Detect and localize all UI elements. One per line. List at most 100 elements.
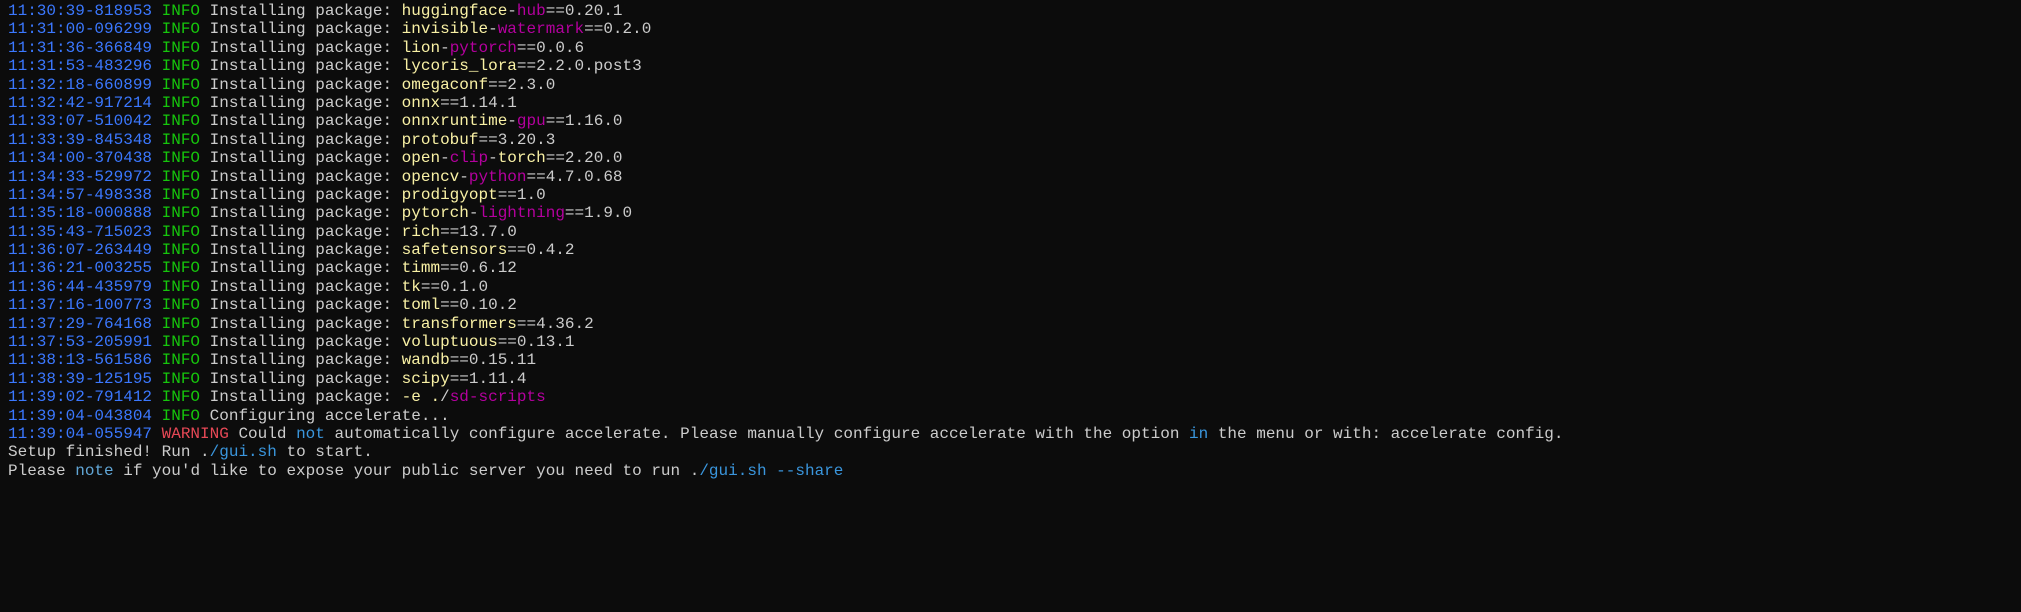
timestamp: 11:36:07-263449 — [8, 241, 162, 259]
package-name: toml — [402, 296, 440, 314]
package-name: python — [469, 168, 527, 186]
log-line: 11:31:00-096299 INFO Installing package:… — [8, 20, 2013, 38]
package-version: ==2.2.0.post3 — [517, 57, 642, 75]
log-prefix: Installing package: — [200, 241, 402, 259]
log-prefix: Installing package: — [200, 76, 402, 94]
package-version: ==0.6.12 — [440, 259, 517, 277]
log-level: INFO — [162, 76, 200, 94]
package-name: clip — [450, 149, 488, 167]
timestamp: 11:33:39-845348 — [8, 131, 162, 149]
package-name: transformers — [402, 315, 517, 333]
timestamp: 11:31:36-366849 — [8, 39, 162, 57]
package-name: hub — [517, 2, 546, 20]
package-version: ==1.11.4 — [450, 370, 527, 388]
log-level: INFO — [162, 112, 200, 130]
log-prefix: Installing package: — [200, 149, 402, 167]
package-name: scipy — [402, 370, 450, 388]
log-line: 11:33:07-510042 INFO Installing package:… — [8, 112, 2013, 130]
log-line: 11:33:39-845348 INFO Installing package:… — [8, 131, 2013, 149]
package-name: lycoris_lora — [402, 57, 517, 75]
log-level: INFO — [162, 388, 200, 406]
package-name: watermark — [498, 20, 584, 38]
log-line: 11:31:53-483296 INFO Installing package:… — [8, 57, 2013, 75]
package-version: ==1.9.0 — [565, 204, 632, 222]
setup-finished-line: Setup finished! Run ./gui.sh to start. — [8, 443, 2013, 461]
timestamp: 11:32:42-917214 — [8, 94, 162, 112]
package-name: - — [507, 2, 517, 20]
log-line: 11:37:16-100773 INFO Installing package:… — [8, 296, 2013, 314]
package-name: / — [440, 388, 450, 406]
package-name: torch — [498, 149, 546, 167]
log-prefix: Installing package: — [200, 57, 402, 75]
note-text: Please — [8, 462, 75, 480]
log-line: 11:39:02-791412 INFO Installing package:… — [8, 388, 2013, 406]
package-name: safetensors — [402, 241, 508, 259]
timestamp: 11:36:21-003255 — [8, 259, 162, 277]
log-line: 11:30:39-818953 INFO Installing package:… — [8, 2, 2013, 20]
package-name: - — [469, 204, 479, 222]
timestamp: 11:38:39-125195 — [8, 370, 162, 388]
timestamp: 11:39:04-055947 — [8, 425, 162, 443]
package-name: - — [440, 149, 450, 167]
setup-text: to start. — [277, 443, 373, 461]
timestamp: 11:34:00-370438 — [8, 149, 162, 167]
log-level: INFO — [162, 407, 200, 425]
package-name: pytorch — [402, 204, 469, 222]
log-prefix: Installing package: — [200, 168, 402, 186]
log-level: INFO — [162, 259, 200, 277]
package-version: ==0.13.1 — [498, 333, 575, 351]
log-level: INFO — [162, 2, 200, 20]
package-version: ==1.16.0 — [546, 112, 623, 130]
note-text: if you'd — [114, 462, 210, 480]
package-version: ==0.15.11 — [450, 351, 536, 369]
setup-text: /gui.sh — [210, 443, 277, 461]
package-name: voluptuous — [402, 333, 498, 351]
setup-text: Setup finished! Run . — [8, 443, 210, 461]
log-level: INFO — [162, 241, 200, 259]
log-level: INFO — [162, 131, 200, 149]
please-note-line: Please note if you'd like to expose your… — [8, 462, 2013, 480]
log-level: INFO — [162, 94, 200, 112]
timestamp: 11:32:18-660899 — [8, 76, 162, 94]
log-level: INFO — [162, 370, 200, 388]
log-prefix: Installing package: — [200, 333, 402, 351]
package-version: ==2.20.0 — [546, 149, 623, 167]
package-name: - — [440, 39, 450, 57]
package-name: prodigyopt — [402, 186, 498, 204]
timestamp: 11:34:57-498338 — [8, 186, 162, 204]
package-name: open — [402, 149, 440, 167]
note-text: note — [75, 462, 113, 480]
timestamp: 11:36:44-435979 — [8, 278, 162, 296]
log-level: INFO — [162, 333, 200, 351]
log-level: WARNING — [162, 425, 229, 443]
log-prefix: Installing package: — [200, 186, 402, 204]
note-text: to expose your public server you need to… — [248, 462, 699, 480]
log-level: INFO — [162, 20, 200, 38]
log-level: INFO — [162, 57, 200, 75]
log-prefix: Installing package: — [200, 204, 402, 222]
log-prefix: Installing package: — [200, 278, 402, 296]
log-line: 11:34:57-498338 INFO Installing package:… — [8, 186, 2013, 204]
log-prefix: Installing package: — [200, 351, 402, 369]
warning-text: in — [1189, 425, 1208, 443]
package-version: ==4.36.2 — [517, 315, 594, 333]
package-name: huggingface — [402, 2, 508, 20]
package-version: ==4.7.0.68 — [527, 168, 623, 186]
package-version: ==2.3.0 — [488, 76, 555, 94]
note-text: --share — [776, 462, 843, 480]
log-level: INFO — [162, 186, 200, 204]
warning-text: Could — [229, 425, 296, 443]
package-name: -e . — [402, 388, 440, 406]
package-name: wandb — [402, 351, 450, 369]
log-prefix: Installing package: — [200, 20, 402, 38]
timestamp: 11:37:29-764168 — [8, 315, 162, 333]
package-name: pytorch — [450, 39, 517, 57]
log-line: 11:35:18-000888 INFO Installing package:… — [8, 204, 2013, 222]
package-name: lion — [402, 39, 440, 57]
log-level: INFO — [162, 296, 200, 314]
package-name: gpu — [517, 112, 546, 130]
note-text — [767, 462, 777, 480]
log-level: INFO — [162, 278, 200, 296]
package-version: ==0.10.2 — [440, 296, 517, 314]
log-prefix: Configuring accelerate... — [200, 407, 450, 425]
